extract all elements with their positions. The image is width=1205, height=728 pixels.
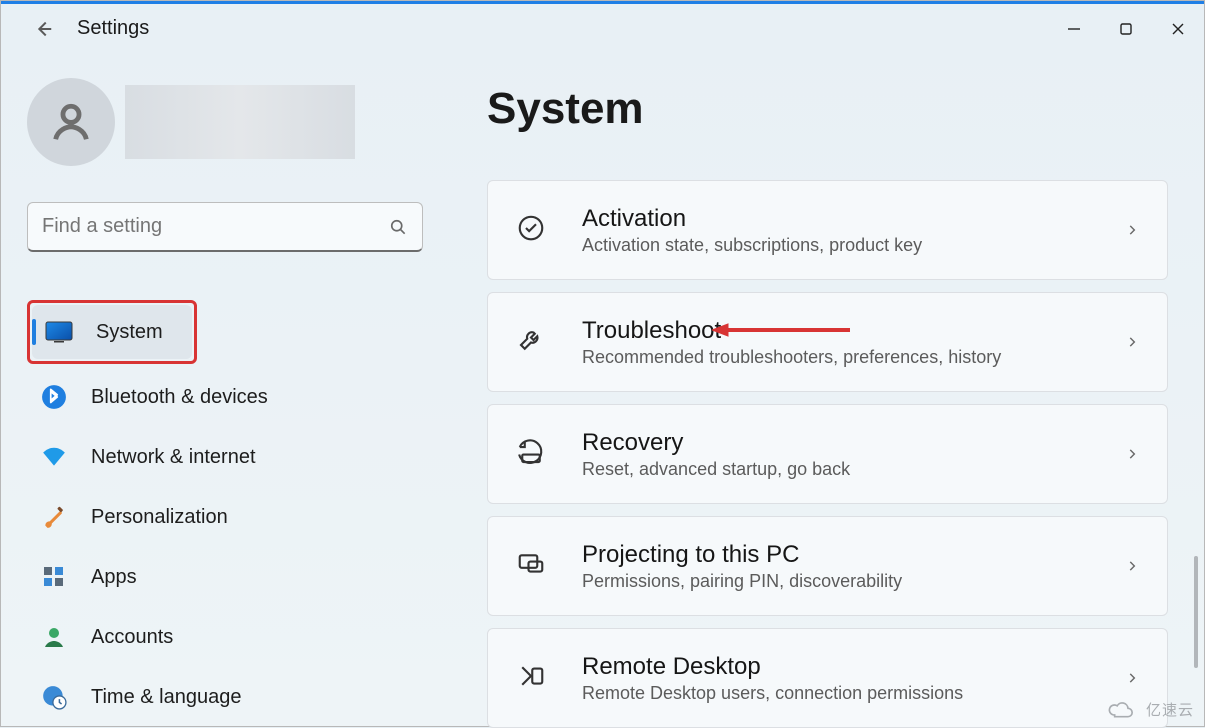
recovery-icon xyxy=(516,437,550,471)
nav-item-network[interactable]: Network & internet xyxy=(27,430,425,484)
card-title: Projecting to this PC xyxy=(582,541,1125,569)
scrollbar-thumb[interactable] xyxy=(1194,556,1198,668)
minimize-icon xyxy=(1067,22,1081,36)
brush-icon xyxy=(39,502,69,532)
globe-clock-icon xyxy=(39,682,69,712)
card-title: Troubleshoot xyxy=(582,317,1125,345)
check-circle-icon xyxy=(516,213,550,247)
title-bar: Settings xyxy=(1,1,1204,56)
minimize-button[interactable] xyxy=(1048,9,1100,49)
watermark: 亿速云 xyxy=(1106,699,1194,720)
nav-label: System xyxy=(96,321,163,344)
card-title: Remote Desktop xyxy=(582,653,1125,681)
annotation-arrow xyxy=(712,321,852,339)
app-title: Settings xyxy=(77,17,149,40)
chevron-right-icon xyxy=(1125,447,1139,461)
card-recovery[interactable]: Recovery Reset, advanced startup, go bac… xyxy=(487,404,1168,504)
page-title: System xyxy=(487,84,1168,134)
nav-label: Network & internet xyxy=(91,446,256,469)
wifi-icon xyxy=(39,442,69,472)
card-subtitle: Reset, advanced startup, go back xyxy=(582,459,1125,480)
chevron-right-icon xyxy=(1125,223,1139,237)
search-input[interactable] xyxy=(42,215,388,238)
chevron-right-icon xyxy=(1125,559,1139,573)
nav: System Bluetooth & devices Network & int… xyxy=(27,300,427,724)
bluetooth-icon xyxy=(39,382,69,412)
card-title: Recovery xyxy=(582,429,1125,457)
maximize-button[interactable] xyxy=(1100,9,1152,49)
user-block[interactable] xyxy=(27,78,427,166)
chevron-right-icon xyxy=(1125,335,1139,349)
card-title: Activation xyxy=(582,205,1125,233)
search-icon xyxy=(388,217,408,237)
project-icon xyxy=(516,549,550,583)
card-subtitle: Remote Desktop users, connection permiss… xyxy=(582,683,1125,704)
card-remote-desktop[interactable]: Remote Desktop Remote Desktop users, con… xyxy=(487,628,1168,728)
user-name-placeholder xyxy=(125,85,355,159)
maximize-icon xyxy=(1119,22,1133,36)
display-icon xyxy=(44,317,74,347)
nav-item-time-language[interactable]: Time & language xyxy=(27,670,425,724)
search-box[interactable] xyxy=(27,202,423,252)
watermark-text: 亿速云 xyxy=(1146,699,1194,720)
nav-label: Apps xyxy=(91,566,137,589)
nav-item-system[interactable]: System xyxy=(32,305,192,359)
nav-item-bluetooth[interactable]: Bluetooth & devices xyxy=(27,370,425,424)
apps-icon xyxy=(39,562,69,592)
close-icon xyxy=(1171,22,1185,36)
nav-item-accounts[interactable]: Accounts xyxy=(27,610,425,664)
cloud-icon xyxy=(1106,700,1140,720)
nav-label: Time & language xyxy=(91,686,241,709)
nav-item-apps[interactable]: Apps xyxy=(27,550,425,604)
nav-label: Bluetooth & devices xyxy=(91,386,268,409)
card-subtitle: Recommended troubleshooters, preferences… xyxy=(582,347,1125,368)
nav-label: Personalization xyxy=(91,506,228,529)
arrow-left-icon xyxy=(32,18,54,40)
remote-icon xyxy=(516,661,550,695)
avatar xyxy=(27,78,115,166)
card-subtitle: Permissions, pairing PIN, discoverabilit… xyxy=(582,571,1125,592)
close-button[interactable] xyxy=(1152,9,1204,49)
nav-item-personalization[interactable]: Personalization xyxy=(27,490,425,544)
person-icon xyxy=(39,622,69,652)
back-button[interactable] xyxy=(23,9,63,49)
annotation-highlight-box: System xyxy=(27,300,197,364)
card-troubleshoot[interactable]: Troubleshoot Recommended troubleshooters… xyxy=(487,292,1168,392)
card-subtitle: Activation state, subscriptions, product… xyxy=(582,235,1125,256)
card-projecting[interactable]: Projecting to this PC Permissions, pairi… xyxy=(487,516,1168,616)
sidebar: System Bluetooth & devices Network & int… xyxy=(1,56,441,726)
main-content: System Activation Activation state, subs… xyxy=(441,56,1204,726)
chevron-right-icon xyxy=(1125,671,1139,685)
person-icon xyxy=(48,99,94,145)
wrench-icon xyxy=(516,325,550,359)
nav-label: Accounts xyxy=(91,626,173,649)
card-activation[interactable]: Activation Activation state, subscriptio… xyxy=(487,180,1168,280)
